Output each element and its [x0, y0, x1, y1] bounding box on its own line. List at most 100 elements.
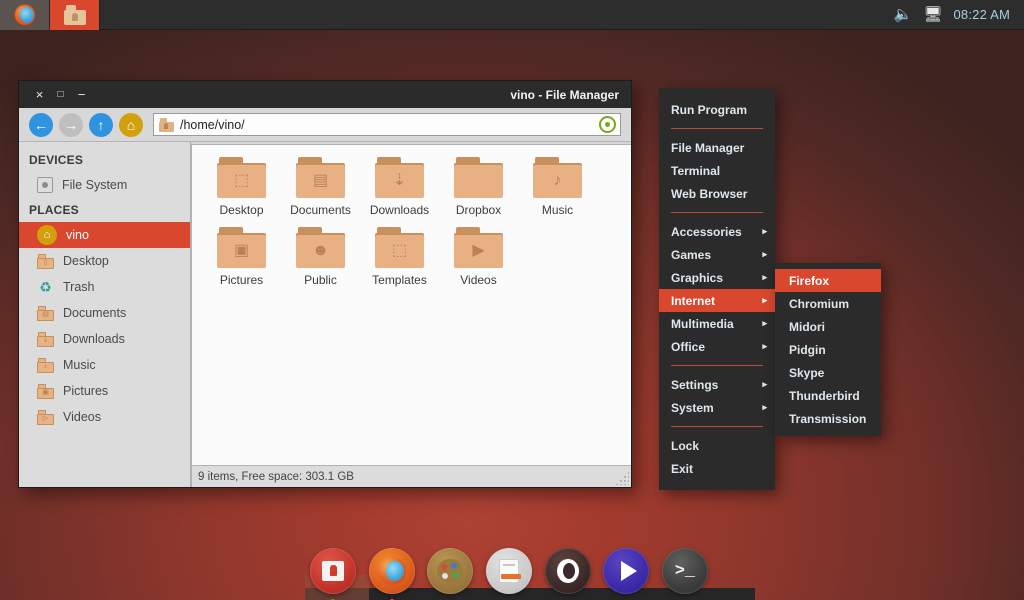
home-button[interactable]: ⌂ [119, 112, 143, 137]
file-item[interactable]: ▶ Videos [439, 227, 518, 287]
file-area[interactable]: ⬚ Desktop ▤ Documents ⇣ Downloads Dropbo… [191, 144, 631, 487]
menu-item-web-browser[interactable]: Web Browser [659, 182, 775, 205]
menu-item-label: System [671, 400, 714, 415]
speaker-icon[interactable]: 🔈 [894, 7, 913, 22]
sidebar-item-pictures[interactable]: ▣ Pictures [19, 378, 190, 404]
menu-item-office[interactable]: Office ▸ [659, 335, 775, 358]
reload-icon[interactable] [599, 116, 616, 133]
dock-item-gimp[interactable] [427, 548, 475, 596]
menu-item-internet[interactable]: Internet ▸ [659, 289, 775, 312]
submenu-item-transmission[interactable]: Transmission [775, 407, 881, 430]
menu-item-lock[interactable]: Lock [659, 434, 775, 457]
menu-item-settings[interactable]: Settings ▸ [659, 373, 775, 396]
sidebar-item-file-system[interactable]: File System [19, 172, 190, 198]
internet-submenu[interactable]: Firefox Chromium Midori Pidgin Skype Thu… [775, 263, 881, 436]
submenu-item-label: Midori [789, 319, 825, 334]
dock-item-file-manager[interactable] [310, 548, 358, 600]
window-title: vino - File Manager [510, 87, 619, 102]
sidebar-item-vino[interactable]: ⌂ vino [19, 222, 190, 248]
dock-item-terminal[interactable]: >_ [661, 548, 710, 596]
menu-item-label: Games [671, 247, 712, 262]
menu-item-terminal[interactable]: Terminal [659, 159, 775, 182]
terminal-icon: >_ [661, 548, 708, 594]
menu-item-games[interactable]: Games ▸ [659, 243, 775, 266]
menu-item-graphics[interactable]: Graphics ▸ [659, 266, 775, 289]
network-icon[interactable]: 🖥 [923, 7, 942, 22]
file-item[interactable]: ▤ Documents [281, 157, 360, 217]
file-item[interactable]: ▣ Pictures [202, 227, 281, 287]
menu-item-run-program[interactable]: Run Program [659, 98, 775, 121]
sidebar-item-desktop[interactable]: ▯ Desktop [19, 248, 190, 274]
clock[interactable]: 08:22 AM [953, 7, 1010, 22]
file-label: Dropbox [455, 203, 502, 217]
sidebar-item-documents[interactable]: ▤ Documents [19, 300, 190, 326]
file-label: Templates [372, 273, 427, 287]
submenu-item-thunderbird[interactable]: Thunderbird [775, 384, 881, 407]
chevron-right-icon: ▸ [762, 272, 767, 282]
up-button[interactable]: ↑ [89, 112, 113, 137]
dock-item-firefox[interactable] [368, 548, 417, 600]
panel-task-file-manager[interactable] [50, 0, 100, 30]
file-item[interactable]: Dropbox [439, 157, 518, 217]
path-input[interactable]: /home/vino/ [180, 118, 593, 132]
menu-item-label: Web Browser [671, 186, 748, 201]
back-button[interactable]: ← [29, 112, 53, 137]
file-item[interactable]: ⬚ Templates [360, 227, 439, 287]
sidebar-item-trash[interactable]: ♻ Trash [19, 274, 190, 300]
close-icon[interactable]: × [29, 84, 50, 105]
resize-grip[interactable] [615, 471, 629, 485]
file-item[interactable]: ☻ Public [281, 227, 360, 287]
maximize-icon[interactable]: □ [50, 84, 71, 105]
menu-item-label: Lock [671, 438, 700, 453]
folder-music-icon: ♪ [37, 357, 54, 373]
menu-item-exit[interactable]: Exit [659, 457, 775, 480]
submenu-item-label: Chromium [789, 296, 849, 311]
menu-item-accessories[interactable]: Accessories ▸ [659, 220, 775, 243]
file-manager-window[interactable]: × □ − vino - File Manager ← → ↑ ⌂ /home/… [18, 80, 632, 488]
window-toolbar: ← → ↑ ⌂ /home/vino/ [19, 108, 631, 142]
file-item[interactable]: ♪ Music [518, 157, 597, 217]
dock-item-media-player[interactable] [603, 548, 651, 596]
folder-pictures-icon: ▣ [37, 383, 54, 399]
folder-icon [63, 5, 86, 25]
menu-item-system[interactable]: System ▸ [659, 396, 775, 419]
menu-item-label: Run Program [671, 102, 748, 117]
file-grid: ⬚ Desktop ▤ Documents ⇣ Downloads Dropbo… [192, 145, 631, 465]
window-titlebar[interactable]: × □ − vino - File Manager [19, 81, 631, 108]
submenu-item-skype[interactable]: Skype [775, 361, 881, 384]
submenu-item-pidgin[interactable]: Pidgin [775, 338, 881, 361]
menu-item-label: Settings [671, 377, 719, 392]
sidebar-item-music[interactable]: ♪ Music [19, 352, 190, 378]
sidebar-item-label: Videos [63, 410, 101, 424]
sidebar-item-label: Trash [63, 280, 95, 294]
file-item[interactable]: ⇣ Downloads [360, 157, 439, 217]
panel-task-firefox[interactable] [0, 0, 50, 30]
sidebar-item-videos[interactable]: ▷ Videos [19, 404, 190, 430]
file-item[interactable]: ⬚ Desktop [202, 157, 281, 217]
dock-item-text-editor[interactable] [485, 548, 534, 596]
dock-item-opera[interactable] [544, 548, 593, 596]
menu-separator [671, 128, 763, 129]
forward-button[interactable]: → [59, 112, 83, 137]
submenu-item-chromium[interactable]: Chromium [775, 292, 881, 315]
file-label: Downloads [369, 203, 430, 217]
folder-desktop-icon: ▯ [37, 253, 54, 269]
sidebar-item-downloads[interactable]: ⇣ Downloads [19, 326, 190, 352]
submenu-item-firefox[interactable]: Firefox [775, 269, 881, 292]
menu-item-file-manager[interactable]: File Manager [659, 136, 775, 159]
trash-icon: ♻ [39, 278, 52, 295]
submenu-item-midori[interactable]: Midori [775, 315, 881, 338]
application-menu[interactable]: Run Program File Manager Terminal Web Br… [659, 88, 775, 490]
sidebar: DEVICES File System PLACES ⌂ vino ▯ Desk… [19, 142, 191, 487]
folder-icon: ☻ [296, 227, 345, 268]
file-label: Videos [460, 273, 497, 287]
menu-item-multimedia[interactable]: Multimedia ▸ [659, 312, 775, 335]
document-icon [485, 548, 532, 594]
folder-icon: ▶ [454, 227, 503, 268]
file-label: Documents [290, 203, 351, 217]
minimize-icon[interactable]: − [71, 84, 92, 105]
folder-icon [454, 157, 503, 198]
path-bar[interactable]: /home/vino/ [153, 113, 621, 136]
status-text: 9 items, Free space: 303.1 GB [198, 470, 354, 483]
folder-icon: ⬚ [375, 227, 424, 268]
